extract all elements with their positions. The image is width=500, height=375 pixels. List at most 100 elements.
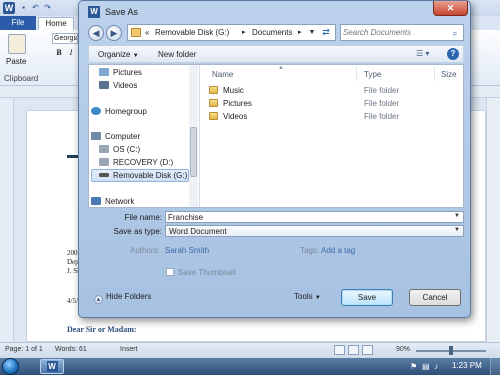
save-icon[interactable]: ▪	[19, 3, 28, 12]
navigation-scrollbar-thumb[interactable]	[190, 127, 197, 177]
breadcrumb-separator[interactable]: ▸	[298, 28, 302, 36]
chevron-up-icon: ▲	[94, 295, 103, 304]
hide-folders-button[interactable]: ▲ Hide Folders	[94, 292, 151, 304]
cancel-button[interactable]: Cancel	[409, 289, 461, 306]
search-input[interactable]	[343, 27, 447, 38]
save-as-type-select[interactable]: Word Document ▼	[165, 225, 464, 237]
search-box[interactable]: ⌕	[340, 24, 464, 41]
paste-icon[interactable]	[8, 34, 26, 54]
show-desktop-button[interactable]	[490, 358, 500, 375]
column-header-type[interactable]: Type	[364, 70, 381, 79]
organize-label: Organize	[98, 50, 131, 59]
nav-item-removable-disk-g[interactable]: Removable Disk (G:)	[99, 171, 187, 180]
insert-mode[interactable]: Insert	[120, 346, 138, 353]
breadcrumb-removable-disk[interactable]: Removable Disk (G:)	[155, 28, 229, 37]
new-folder-button[interactable]: New folder	[158, 50, 196, 59]
nav-item-recovery-d[interactable]: RECOVERY (D:)	[99, 158, 173, 167]
nav-item-network[interactable]: Network	[91, 197, 134, 206]
doc-line: 200	[67, 249, 78, 257]
list-item[interactable]: Pictures File folder	[209, 98, 459, 110]
undo-icon[interactable]: ↶	[31, 3, 40, 12]
network-icon	[91, 197, 101, 205]
nav-item-label: OS (C:)	[113, 145, 141, 154]
dialog-footer: ▲ Hide Folders Tools ▼ Save Cancel	[88, 284, 464, 312]
save-thumbnail-label[interactable]: Save Thumbnail	[178, 268, 236, 277]
nav-item-label: Homegroup	[105, 107, 147, 116]
file-name-field[interactable]: ▼	[165, 211, 464, 223]
chevron-down-icon: ▼	[314, 295, 321, 301]
list-item[interactable]: Music File folder	[209, 85, 459, 97]
tags-value[interactable]: Add a tag	[321, 246, 355, 255]
chevron-down-icon: ▼	[132, 53, 139, 59]
nav-item-label: Pictures	[113, 68, 142, 77]
paste-label[interactable]: Paste	[6, 57, 26, 66]
tray-network-icon[interactable]: ▤	[422, 362, 430, 371]
computer-icon	[91, 132, 101, 140]
tools-label: Tools	[294, 292, 313, 301]
taskbar-clock[interactable]: 1:23 PM	[452, 361, 482, 370]
tray-volume-icon[interactable]: ♪	[434, 362, 438, 371]
redo-icon[interactable]: ↷	[43, 3, 52, 12]
zoom-slider-thumb[interactable]	[449, 346, 453, 355]
breadcrumb-overflow[interactable]: «	[145, 28, 149, 37]
nav-item-label: Network	[105, 197, 135, 206]
refresh-icon[interactable]: ⇄	[320, 26, 332, 39]
file-list-pane: ▲ Name Type Size Music File folder Pictu…	[201, 65, 463, 207]
authors-value[interactable]: Sarah Smith	[165, 246, 209, 255]
breadcrumb-separator[interactable]: ▸	[242, 28, 246, 36]
nav-item-label: Videos	[113, 81, 138, 90]
forward-button[interactable]: ▶	[106, 25, 122, 41]
start-button[interactable]	[2, 358, 19, 375]
save-thumbnail-checkbox[interactable]	[166, 268, 174, 276]
file-name: Music	[223, 86, 244, 95]
document-scrollbar[interactable]	[486, 98, 500, 342]
clipboard-group-label: Clipboard	[4, 74, 39, 83]
arrow-right-icon: ▶	[110, 28, 118, 38]
folder-icon	[209, 86, 218, 94]
file-name: Pictures	[223, 99, 252, 108]
column-divider[interactable]	[356, 67, 357, 81]
column-header-size[interactable]: Size	[441, 70, 457, 79]
nav-item-pictures[interactable]: Pictures	[99, 68, 142, 77]
organize-button[interactable]: Organize ▼	[98, 50, 139, 59]
tab-home[interactable]: Home	[38, 17, 74, 31]
web-layout-icon[interactable]	[362, 345, 373, 355]
taskbar-word-button[interactable]: W	[40, 359, 64, 374]
column-divider[interactable]	[434, 67, 435, 81]
doc-salutation: Dear Sir or Madam:	[67, 325, 137, 334]
save-button[interactable]: Save	[341, 289, 393, 306]
change-view-icon[interactable]: ☰ ▾	[416, 49, 434, 60]
word-app-icon: W	[46, 361, 58, 372]
bold-icon[interactable]: B	[54, 48, 64, 58]
chevron-down-icon[interactable]: ▼	[454, 213, 460, 219]
font-name-box[interactable]: Georgia	[52, 33, 78, 44]
breadcrumb-documents[interactable]: Documents	[252, 28, 292, 37]
nav-item-videos[interactable]: Videos	[99, 81, 137, 90]
address-bar[interactable]: « Removable Disk (G:) ▸ Documents ▸	[127, 24, 336, 41]
column-header-name[interactable]: Name	[212, 70, 233, 79]
file-type: File folder	[364, 99, 400, 108]
tab-file[interactable]: File	[0, 16, 36, 30]
save-form: File name: ▼ Save as type: Word Document…	[88, 208, 464, 277]
pictures-icon	[99, 68, 109, 76]
tray-flag-icon[interactable]: ⚑	[410, 362, 417, 371]
search-icon[interactable]: ⌕	[449, 27, 461, 39]
tools-button[interactable]: Tools ▼	[294, 292, 321, 301]
browser-panes: Pictures Videos Homegroup Computer OS (C…	[88, 64, 464, 208]
back-button[interactable]: ◀	[88, 25, 104, 41]
help-icon[interactable]: ?	[447, 48, 459, 60]
nav-item-computer[interactable]: Computer	[91, 132, 140, 141]
usb-drive-icon	[99, 173, 109, 177]
list-item[interactable]: Videos File folder	[209, 111, 459, 123]
nav-item-os-c[interactable]: OS (C:)	[99, 145, 140, 154]
italic-icon[interactable]: I	[66, 48, 76, 58]
page-count[interactable]: Page: 1 of 1	[5, 346, 43, 353]
file-name-input[interactable]	[168, 213, 448, 222]
close-button[interactable]: ✕	[433, 1, 468, 16]
nav-item-homegroup[interactable]: Homegroup	[91, 107, 147, 116]
zoom-level[interactable]: 90%	[396, 346, 410, 353]
full-screen-icon[interactable]	[348, 345, 359, 355]
print-layout-icon[interactable]	[334, 345, 345, 355]
word-count[interactable]: Words: 61	[55, 346, 87, 353]
address-dropdown-icon[interactable]: ▼	[307, 26, 317, 39]
